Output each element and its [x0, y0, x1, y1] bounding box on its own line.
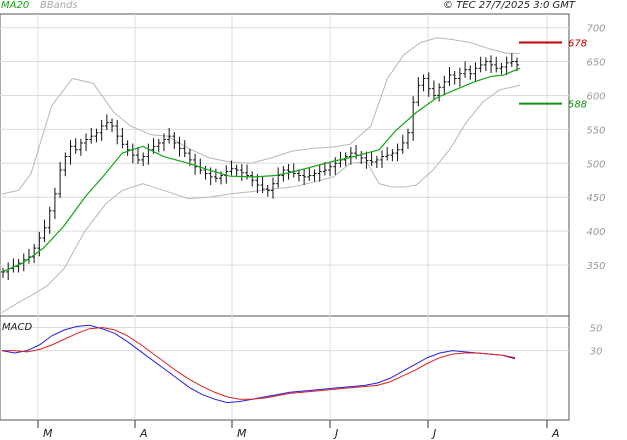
price-panel-frame	[0, 13, 570, 317]
x-tick-label: M	[43, 427, 53, 440]
macd-panel-frame	[0, 315, 570, 421]
x-axis-ticks: MAMJJA	[37, 420, 560, 440]
price-tick-label: 500	[586, 159, 605, 170]
copyright-timestamp: © TEC 27/7/2025 3:0 GMT	[443, 0, 575, 11]
ma20-legend: MA20	[1, 0, 30, 11]
resistance-label: 678	[568, 39, 587, 50]
price-tick-label: 400	[586, 227, 605, 238]
x-tick-label: M	[237, 427, 247, 440]
price-tick-label: 600	[586, 91, 605, 102]
support-label: 588	[568, 100, 587, 111]
macd-tick-label: 30	[590, 347, 603, 358]
bbands-legend: BBands	[40, 0, 78, 11]
macd-label: MACD	[2, 322, 33, 333]
price-tick-label: 650	[586, 58, 605, 69]
macd-tick-label: 50	[590, 324, 603, 335]
price-tick-label: 700	[586, 24, 605, 35]
macd-axis-ticks: 50 30	[590, 324, 603, 358]
price-axis-ticks: 350 400 450 500 550 600 650 700	[586, 24, 605, 273]
price-tick-label: 350	[586, 261, 605, 272]
stock-chart: 350 400 450 500 550 600 650 700 50 30 M A M J J A 678…	[0, 13, 606, 440]
x-tick-label: A	[551, 427, 560, 440]
x-tick-label: J	[333, 427, 338, 440]
price-tick-label: 550	[586, 125, 605, 136]
price-tick-label: 450	[586, 193, 605, 204]
x-tick-label: A	[139, 427, 148, 440]
x-tick-label: J	[431, 427, 436, 440]
